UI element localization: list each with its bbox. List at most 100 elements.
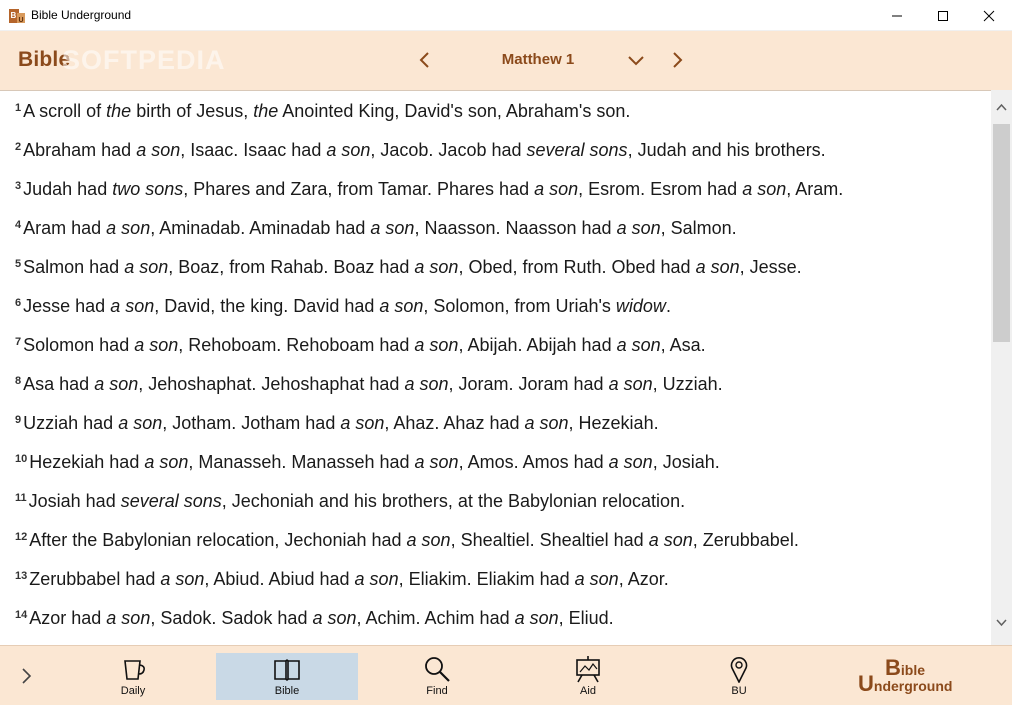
nav-bible[interactable]: Bible <box>216 653 358 700</box>
verse-number: 14 <box>15 609 28 621</box>
expand-menu-button[interactable] <box>14 664 38 688</box>
verse-text: a son <box>144 452 189 472</box>
verse-number: 12 <box>15 531 28 543</box>
verse-text: , Eliakim. Eliakim had <box>398 569 575 589</box>
map-pin-icon <box>730 657 748 683</box>
verse-text: Asa had <box>23 374 95 394</box>
verse-line: 12 After the Babylonian relocation, Jecho… <box>15 530 799 556</box>
verse-text: Uzziah had <box>23 413 119 433</box>
verse-text: the <box>253 101 279 121</box>
verse-text: , Aram. <box>786 179 844 199</box>
nav-daily[interactable]: Daily <box>62 653 204 700</box>
verse-text: , Manasseh. Manasseh had <box>188 452 415 472</box>
nav-bu-label: BU <box>731 685 747 697</box>
verse-text: a son <box>94 374 139 394</box>
verse-text: After the Babylonian relocation, Jechoni… <box>29 530 407 550</box>
verse-text: a son <box>608 452 653 472</box>
scroll-thumb[interactable] <box>993 124 1010 342</box>
verse-number: 5 <box>15 258 22 270</box>
chapter-title[interactable]: Matthew 1 <box>488 51 588 68</box>
maximize-button[interactable] <box>920 0 966 31</box>
chapter-dropdown-button[interactable] <box>623 47 649 73</box>
verse-text: , Jesse. <box>739 257 802 277</box>
verse-text: , Jechoniah and his brothers, at the Bab… <box>221 491 686 511</box>
verse-text: , Boaz, from Rahab. Boaz had <box>168 257 415 277</box>
verse-text: , Achim. Achim had <box>356 608 515 628</box>
verse-line: 1A scroll of the birth of Jesus, the Ano… <box>15 101 630 127</box>
verse-text: a son <box>370 218 415 238</box>
chevron-left-icon <box>419 52 429 68</box>
verse-number: 8 <box>15 375 22 387</box>
easel-icon <box>576 656 600 683</box>
verse-text: , Aminadab. Aminadab had <box>150 218 371 238</box>
verse-text: , Isaac. Isaac had <box>180 140 327 160</box>
verse-text: a son <box>404 374 449 394</box>
verse-line: 4 Aram had a son, Aminadab. Aminadab had … <box>15 218 737 244</box>
verse-text: . <box>665 296 671 316</box>
verse-text: a son <box>106 218 151 238</box>
verse-text: Josiah had <box>28 491 121 511</box>
nav-aid[interactable]: Aid <box>517 653 659 700</box>
verse-text: a son <box>106 608 151 628</box>
book-icon <box>274 659 300 681</box>
vertical-scrollbar[interactable] <box>991 90 1012 645</box>
scroll-up-icon <box>996 103 1007 111</box>
verse-text: Anointed King, David's son, Abraham's so… <box>278 101 631 121</box>
svg-text:U: U <box>19 17 24 24</box>
verse-text: a son <box>414 335 459 355</box>
chevron-right-icon <box>22 668 32 684</box>
nav-find[interactable]: Find <box>366 653 508 700</box>
chevron-right-icon <box>673 52 683 68</box>
next-chapter-button[interactable] <box>664 47 690 73</box>
verse-text: , Solomon, from Uriah's <box>423 296 616 316</box>
verse-text: a son <box>160 569 205 589</box>
verse-number: 2 <box>15 141 22 153</box>
verse-line: 3 Judah had two sons, Phares and Zara, fr… <box>15 179 843 205</box>
nav-bible-label: Bible <box>274 685 300 697</box>
verse-text: several sons <box>526 140 628 160</box>
header-bar: Bible SOFTPEDIA Matthew 1 <box>0 31 1012 90</box>
verse-text: a son <box>379 296 424 316</box>
verse-text: birth of Jesus, <box>131 101 254 121</box>
chevron-down-icon <box>628 56 644 66</box>
verse-text: a son <box>514 608 559 628</box>
minimize-button[interactable] <box>874 0 920 31</box>
verse-text: Azor had <box>29 608 107 628</box>
verse-number: 9 <box>15 414 22 426</box>
verse-number: 11 <box>15 492 27 504</box>
verse-text: Salmon had <box>23 257 125 277</box>
scroll-down-button[interactable] <box>991 614 1012 631</box>
verse-text: , Obed, from Ruth. Obed had <box>458 257 696 277</box>
verse-number: 7 <box>15 336 22 348</box>
verse-text: , Joram. Joram had <box>448 374 609 394</box>
verse-text: A scroll of <box>23 101 107 121</box>
verse-text: widow <box>615 296 666 316</box>
verse-text: , Hezekiah. <box>568 413 659 433</box>
verse-text: two sons <box>112 179 184 199</box>
verse-line: 8 Asa had a son, Jehoshaphat. Jehoshaphat… <box>15 374 723 400</box>
app-icon: B U <box>9 9 25 24</box>
verse-text: , Judah and his brothers. <box>627 140 826 160</box>
verse-text: Abraham had <box>23 140 137 160</box>
bible-underground-logo: Bible Underground <box>858 653 978 699</box>
previous-chapter-button[interactable] <box>412 47 438 73</box>
verse-text: a son <box>134 335 179 355</box>
verse-text: , Jotham. Jotham had <box>162 413 341 433</box>
verse-text: , Naasson. Naasson had <box>414 218 617 238</box>
verse-text: a son <box>616 335 661 355</box>
verse-line: 6 Jesse had a son, David, the king. David… <box>15 296 671 322</box>
nav-find-label: Find <box>426 685 448 697</box>
cup-icon <box>124 660 145 680</box>
verse-text: a son <box>354 569 399 589</box>
verse-number: 3 <box>15 180 22 192</box>
verse-text: , Azor. <box>618 569 669 589</box>
nav-daily-label: Daily <box>120 685 146 697</box>
verse-number: 10 <box>15 453 28 465</box>
nav-bu[interactable]: BU <box>668 653 810 700</box>
magnifier-icon <box>425 657 450 682</box>
verse-text: , Eliud. <box>558 608 614 628</box>
verse-text: Zerubbabel had <box>29 569 161 589</box>
scroll-up-button[interactable] <box>991 98 1012 115</box>
close-button[interactable] <box>966 0 1012 31</box>
verse-text: a son <box>406 530 451 550</box>
